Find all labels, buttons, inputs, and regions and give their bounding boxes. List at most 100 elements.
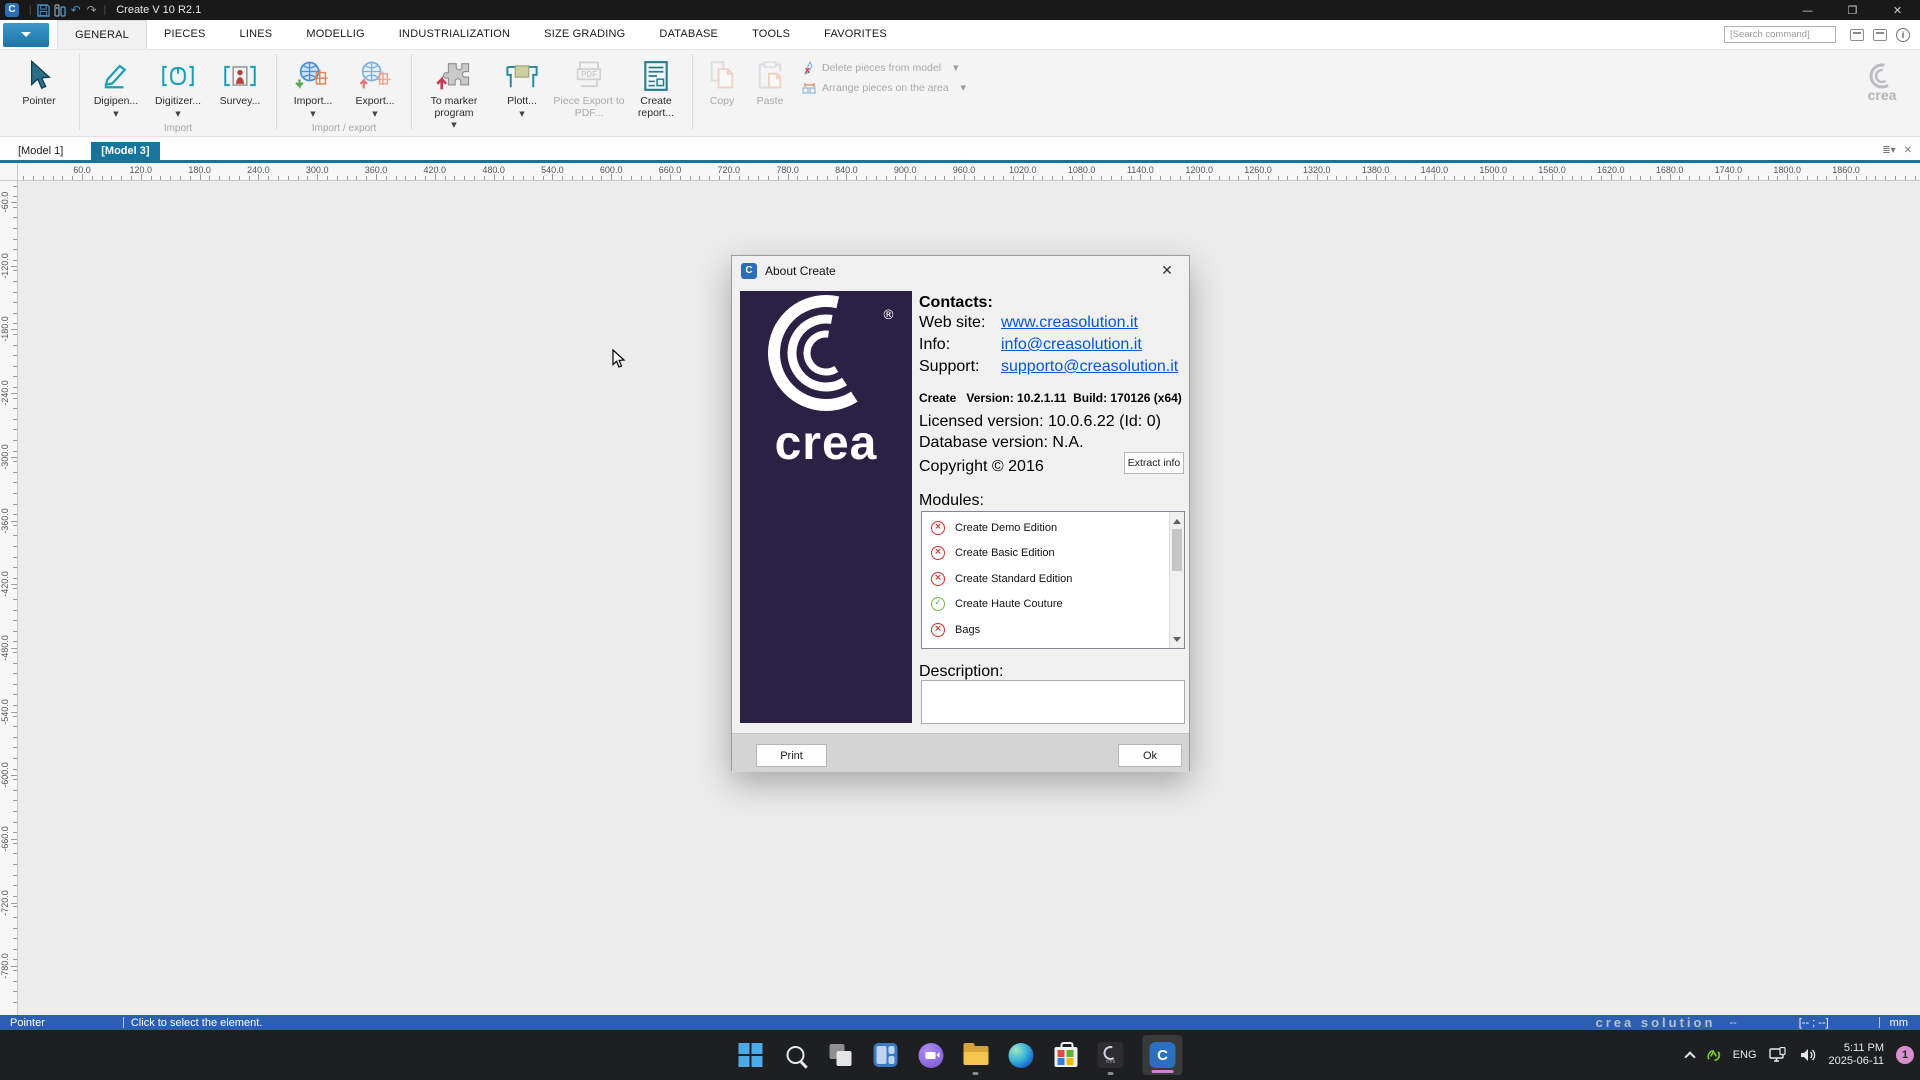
widgets-icon[interactable]: [873, 1042, 899, 1068]
tab-tools[interactable]: TOOLS: [735, 20, 807, 49]
time: 5:11 PM: [1829, 1042, 1884, 1055]
module-name: Create Basic Edition: [955, 547, 1055, 559]
about-dialog: C About Create ✕ ® crea Contacts: Web si…: [731, 255, 1190, 771]
task-view-icon[interactable]: [828, 1042, 854, 1068]
crea-ribbon-logo: crea: [1852, 62, 1912, 109]
export-icon: [344, 56, 406, 96]
model-tab-1[interactable]: [Model 1]: [8, 142, 73, 160]
digitizer-button[interactable]: Digitizer...▼: [147, 53, 209, 120]
survey-button[interactable]: Survey...: [209, 53, 271, 108]
crea-app-icon[interactable]: crea: [1098, 1042, 1124, 1068]
to-marker-program-button[interactable]: To marker program▼: [417, 53, 491, 132]
module-enabled-icon: ✓: [931, 648, 945, 649]
file-explorer-icon[interactable]: [963, 1042, 989, 1068]
licensed-version: Licensed version: 10.0.6.22 (Id: 0): [919, 413, 1161, 431]
tray-app-icon[interactable]: [1706, 1048, 1721, 1063]
edge-browser-icon[interactable]: [1008, 1042, 1034, 1068]
save-icon[interactable]: [36, 2, 52, 18]
window-layout-icon[interactable]: [1873, 29, 1887, 41]
pointer-button[interactable]: Pointer: [4, 53, 74, 108]
clock[interactable]: 5:11 PM 2025-06-11: [1829, 1042, 1884, 1068]
modules-listbox[interactable]: ×Create Demo Edition×Create Basic Editio…: [921, 511, 1185, 649]
ok-button[interactable]: Ok: [1118, 744, 1182, 767]
copyright: Copyright © 2016: [919, 458, 1044, 476]
ribbon-tab-row: GENERALPIECESLINESMODELLIGINDUSTRIALIZAT…: [0, 20, 1920, 50]
digitizer-icon: [147, 56, 209, 96]
help-icon[interactable]: i: [1896, 28, 1910, 42]
digitizer-quick-icon[interactable]: [52, 2, 68, 18]
language-indicator[interactable]: ENG: [1733, 1049, 1757, 1061]
volume-icon[interactable]: [1799, 1047, 1817, 1063]
info-link[interactable]: info@creasolution.it: [1001, 336, 1142, 354]
plott-button[interactable]: Plott...▼: [491, 53, 553, 120]
module-disabled-icon: ×: [931, 521, 945, 535]
contacts-heading: Contacts:: [919, 294, 993, 312]
module-disabled-icon: ×: [931, 546, 945, 560]
status-mode: Pointer: [10, 1017, 45, 1029]
microsoft-store-icon[interactable]: [1053, 1042, 1079, 1068]
network-icon[interactable]: [1769, 1047, 1787, 1063]
description-textbox[interactable]: [921, 680, 1185, 724]
module-disabled-icon: ×: [931, 572, 945, 586]
modules-label: Modules:: [919, 492, 984, 510]
search-icon[interactable]: [783, 1042, 809, 1068]
tab-size-grading[interactable]: SIZE GRADING: [527, 20, 642, 49]
tab-favorites[interactable]: FAVORITES: [807, 20, 904, 49]
print-button[interactable]: Print: [756, 744, 827, 767]
pointer-icon: [4, 56, 74, 96]
file-menu-button[interactable]: [3, 23, 49, 47]
copy-button: Copy: [698, 53, 746, 108]
minimize-button[interactable]: —: [1785, 0, 1830, 20]
module-row[interactable]: ✓Draw: [922, 643, 1184, 650]
start-button[interactable]: [738, 1042, 764, 1068]
tab-modellig[interactable]: MODELLIG: [289, 20, 381, 49]
module-row[interactable]: ×Create Demo Edition: [922, 515, 1184, 540]
tab-database[interactable]: DATABASE: [642, 20, 735, 49]
import-button[interactable]: Import...▼: [282, 53, 344, 120]
info-label: Info:: [919, 336, 950, 354]
dialog-close-button[interactable]: ✕: [1147, 257, 1187, 284]
create-app-icon-active[interactable]: C: [1143, 1035, 1183, 1075]
tab-industrialization[interactable]: INDUSTRIALIZATION: [382, 20, 527, 49]
tab-lines[interactable]: LINES: [223, 20, 290, 49]
redo-icon[interactable]: ↷: [84, 2, 100, 18]
maximize-button[interactable]: ❐: [1830, 0, 1875, 20]
export-button[interactable]: Export...▼: [344, 53, 406, 120]
undo-icon[interactable]: ↶: [68, 2, 84, 18]
module-name: Bags: [955, 624, 980, 636]
registered-mark: ®: [882, 308, 895, 323]
digipen-button[interactable]: Digipen...▼: [85, 53, 147, 120]
svg-text:crea: crea: [1868, 87, 1897, 103]
create-report-button[interactable]: Create report...: [625, 53, 687, 119]
support-link[interactable]: supporto@creasolution.it: [1001, 358, 1178, 376]
ruler-corner: [0, 163, 18, 181]
model-tab-3[interactable]: [Model 3]: [91, 142, 159, 160]
hidden-icons-chevron[interactable]: [1684, 1051, 1695, 1062]
close-button[interactable]: ✕: [1875, 0, 1920, 20]
ruler-label: -720.0: [0, 883, 10, 923]
tab-pieces[interactable]: PIECES: [147, 20, 223, 49]
svg-text:x: x: [805, 65, 810, 75]
plotter-icon: [491, 56, 553, 96]
website-link[interactable]: www.creasolution.it: [1001, 314, 1138, 332]
version-line: Create Version: 10.2.1.11 Build: 170126 …: [919, 391, 1182, 405]
extract-info-button[interactable]: Extract info: [1124, 452, 1184, 474]
tab-general[interactable]: GENERAL: [57, 20, 147, 49]
drawing-canvas[interactable]: C About Create ✕ ® crea Contacts: Web si…: [18, 181, 1920, 1015]
close-model-icon[interactable]: ✕: [1904, 145, 1912, 156]
search-input[interactable]: [Search command]: [1724, 26, 1836, 43]
module-row[interactable]: ✓Create Haute Couture: [922, 592, 1184, 617]
app-icon[interactable]: C: [5, 3, 19, 17]
divider: [411, 54, 412, 130]
ribbon-option-icon[interactable]: [1850, 29, 1864, 41]
notification-badge[interactable]: 1: [1896, 1046, 1914, 1064]
module-row[interactable]: ×Bags: [922, 617, 1184, 642]
divider: |: [104, 5, 107, 16]
tab-list-icon[interactable]: ≣▾: [1882, 145, 1895, 156]
module-row[interactable]: × Create Basic Edition: [922, 541, 1184, 566]
dialog-titlebar[interactable]: C About Create ✕: [732, 256, 1189, 286]
copy-icon: [698, 56, 746, 96]
module-row[interactable]: ×Create Standard Edition: [922, 566, 1184, 591]
chat-icon[interactable]: [918, 1042, 944, 1068]
mouse-cursor: [612, 349, 626, 374]
